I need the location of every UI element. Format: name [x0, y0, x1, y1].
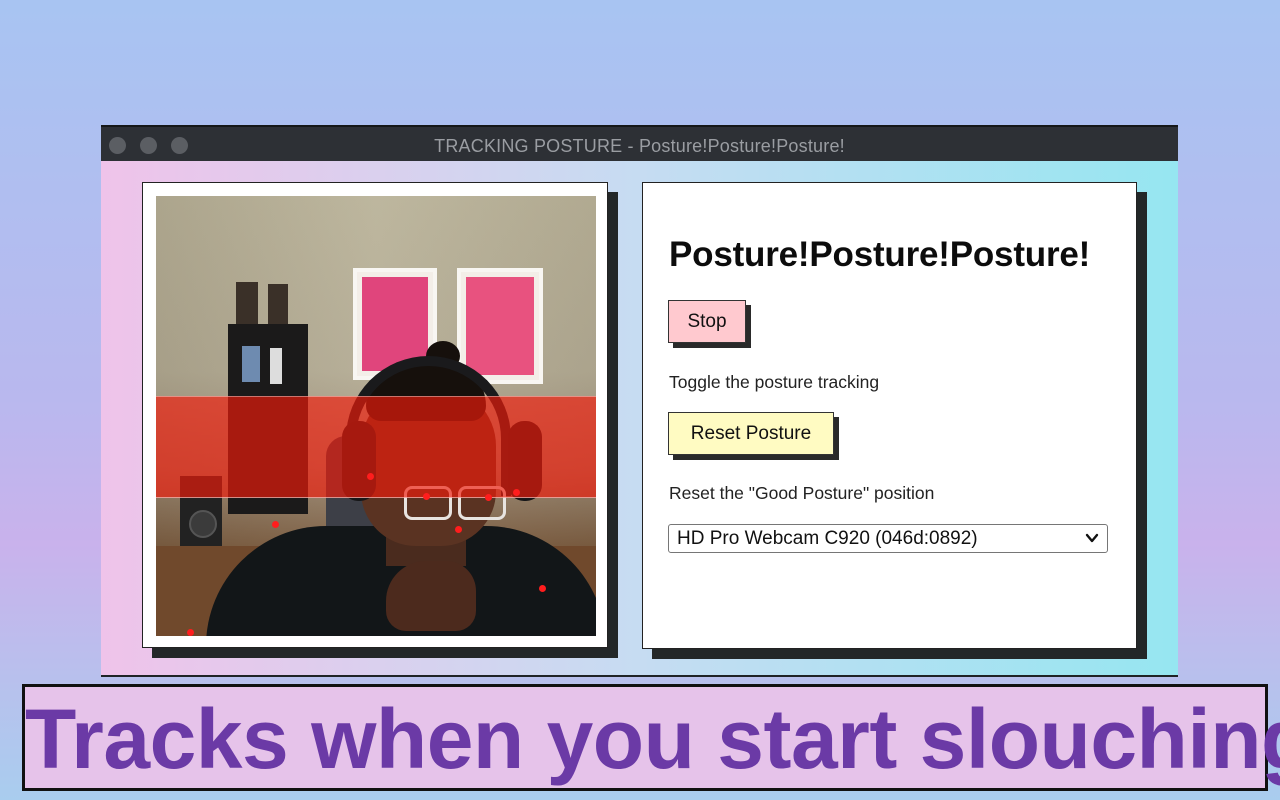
slouch-zone-overlay	[156, 396, 596, 498]
chevron-down-icon	[1085, 533, 1099, 543]
reset-help-text: Reset the "Good Posture" position	[669, 483, 935, 503]
pose-keypoint	[187, 629, 194, 636]
pose-keypoint	[513, 489, 520, 496]
title-bar: TRACKING POSTURE - Posture!Posture!Postu…	[101, 125, 1178, 161]
camera-select[interactable]: HD Pro Webcam C920 (046d:0892)	[668, 524, 1108, 553]
pose-keypoint	[272, 521, 279, 528]
pose-keypoint	[367, 473, 374, 480]
app-heading: Posture!Posture!Posture!	[669, 235, 1091, 274]
pose-keypoint	[455, 526, 462, 533]
pose-keypoint	[539, 585, 546, 592]
stop-help-text: Toggle the posture tracking	[669, 372, 880, 392]
caption-banner: Tracks when you start slouching!	[22, 684, 1280, 791]
webcam-card	[142, 182, 608, 648]
pose-keypoint	[423, 493, 430, 500]
caption-text: Tracks when you start slouching!	[25, 692, 1280, 786]
camera-select-value: HD Pro Webcam C920 (046d:0892)	[677, 528, 978, 549]
pose-keypoint	[485, 494, 492, 501]
window-title: TRACKING POSTURE - Posture!Posture!Postu…	[434, 136, 845, 156]
app-window: TRACKING POSTURE - Posture!Posture!Postu…	[101, 125, 1178, 675]
stop-button[interactable]: Stop	[668, 300, 746, 343]
reset-posture-button[interactable]: Reset Posture	[668, 412, 834, 455]
controls-panel: Posture!Posture!Posture! Stop Toggle the…	[642, 182, 1137, 649]
webcam-feed	[156, 196, 596, 636]
